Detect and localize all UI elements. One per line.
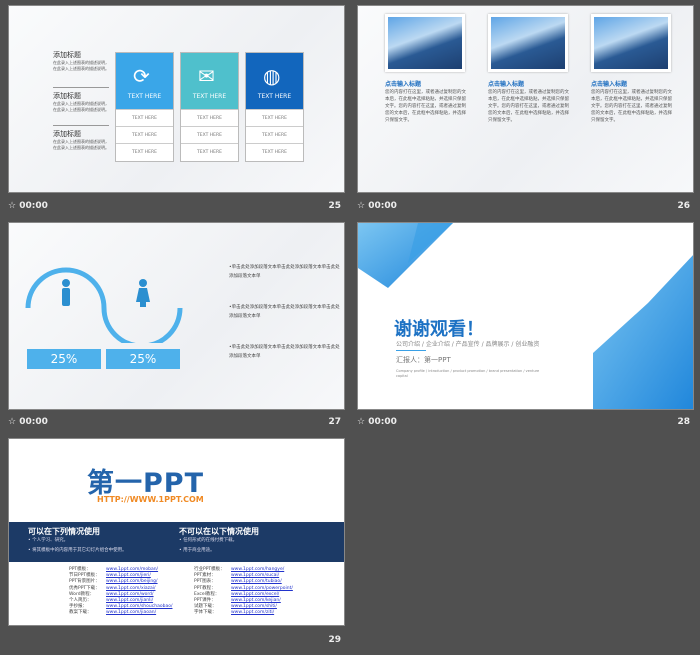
- bullet-text: •单击此处添加段落文本单击此处添加段落文本单击此处添加段落文本单: [229, 345, 340, 359]
- item-text: 您的内容打在这里，或者通过复制您的文本后，在此框中选择粘贴，并选择只保留文字。您…: [488, 90, 569, 123]
- item-title: 添加标题: [53, 51, 81, 59]
- male-icon: [62, 279, 70, 306]
- item-title: 点击输入标题: [591, 81, 628, 88]
- slide-thumbnail-27[interactable]: 25% 25% •单击此处添加段落文本单击此处添加段落文本单击此处添加段落文本单…: [8, 222, 345, 410]
- percent-label: 25%: [27, 349, 101, 369]
- link-url[interactable]: www.1ppt.com/jiaoan/: [106, 610, 156, 616]
- slide-number: 25: [328, 201, 341, 211]
- globe-icon: ◍: [263, 64, 281, 88]
- slide-thumbnail-29[interactable]: 第一PPT HTTP://WWW.1PPT.COM 可以在下列情况使用 • 个人…: [8, 438, 345, 626]
- card-label: TEXT HERE: [192, 93, 227, 100]
- link-row: 字体下载： www.1ppt.com/ziti/: [194, 610, 293, 616]
- bullet-text: •单击此处添加段落文本单击此处添加段落文本单击此处添加段落文本单: [229, 305, 340, 319]
- usage-banner: 可以在下列情况使用 • 个人学习、研究。 • 将其模板中的内容用于其它幻灯片组合…: [9, 522, 344, 562]
- building-image: [591, 14, 671, 72]
- building-image: [488, 14, 568, 72]
- card-row: TEXT HERE: [246, 126, 303, 143]
- slide-footer-28: ☆ 00:00 28: [357, 417, 690, 427]
- item-title: 添加标题: [53, 130, 81, 138]
- links-left: PPT模板： www.1ppt.com/moban/节日PPT模板： www.1pp…: [69, 567, 172, 617]
- card-label: TEXT HERE: [127, 93, 162, 100]
- item-text: 您的内容打在这里，或者通过复制您的文本后，在此框中选择粘贴，并选择只保留文字。您…: [591, 90, 672, 123]
- card-row: TEXT HERE: [246, 143, 303, 160]
- slide-footer-27: ☆ 00:00 27: [8, 417, 341, 427]
- feature-card: ✉ TEXT HERE TEXT HERE TEXT HERE TEXT HERE: [180, 52, 239, 162]
- item-text: 在此录入上述图表的描述说明，在此录入上述图表的描述说明。: [53, 101, 109, 112]
- slide-number: 26: [677, 201, 690, 211]
- feature-card: ◍ TEXT HERE TEXT HERE TEXT HERE TEXT HERE: [245, 52, 304, 162]
- slide-footer-29: 29: [6, 630, 343, 650]
- can-item: • 个人学习、研究。: [28, 538, 69, 543]
- item-text: 在此录入上述图表的描述说明，在此录入上述图表的描述说明。: [53, 139, 109, 150]
- card-row: TEXT HERE: [116, 143, 173, 160]
- timing-value: 00:00: [19, 417, 48, 427]
- side-list: 添加标题 在此录入上述图表的描述说明，在此录入上述图表的描述说明。 添加标题 在此录…: [53, 50, 109, 151]
- timing-value: 00:00: [19, 201, 48, 211]
- divider: [396, 350, 426, 351]
- item-text: 在此录入上述图表的描述说明，在此录入上述图表的描述说明。: [53, 60, 109, 71]
- link-row: 教案下载： www.1ppt.com/jiaoan/: [69, 610, 172, 616]
- slide-thumbnail-26[interactable]: 点击输入标题 点击输入标题 点击输入标题 您的内容打在这里，或者通过复制您的文本…: [357, 5, 694, 193]
- card-row: TEXT HERE: [181, 109, 238, 126]
- english-subtitle: Company profile / introduction / product…: [396, 369, 540, 378]
- percent-label: 25%: [106, 349, 180, 369]
- refresh-icon: ⟳: [133, 64, 150, 88]
- links-right: 行业PPT模板： www.1ppt.com/hangye/PPT素材： www.1p…: [194, 567, 293, 617]
- reporter: 汇报人：第一PPT: [396, 356, 451, 364]
- slide-number: 27: [328, 417, 341, 427]
- wave-graphic: [25, 267, 183, 343]
- female-icon: [136, 279, 150, 307]
- card-row: TEXT HERE: [246, 109, 303, 126]
- mail-icon: ✉: [198, 64, 215, 88]
- item-text: 您的内容打在这里，或者通过复制您的文本后，在此框中选择粘贴，并选择只保留文字。您…: [385, 90, 466, 123]
- cannot-item: • 任何形式的在线付费下载。: [179, 538, 238, 543]
- slide-number: 28: [677, 417, 690, 427]
- timing-value: 00:00: [368, 417, 397, 427]
- logo-url: HTTP://WWW.1PPT.COM: [97, 495, 204, 504]
- card-row: TEXT HERE: [116, 109, 173, 126]
- cannot-item: • 用于商业用途。: [179, 548, 215, 553]
- slide-footer-25: ☆ 00:00 25: [6, 196, 343, 216]
- thanks-title: 谢谢观看！: [394, 319, 484, 340]
- building-image: [385, 14, 465, 72]
- bullet-text: •单击此处添加段落文本单击此处添加段落文本单击此处添加段落文本单: [229, 265, 340, 279]
- item-title: 点击输入标题: [385, 81, 422, 88]
- card-label: TEXT HERE: [257, 93, 292, 100]
- item-title: 点击输入标题: [488, 81, 525, 88]
- slide-number: 29: [328, 635, 341, 645]
- item-title: 添加标题: [53, 92, 81, 100]
- slide-footer-26: ☆ 00:00 26: [357, 201, 690, 211]
- subtitle: 公司介绍 / 企业介绍 / 产品宣传 / 品牌展示 / 创业融资: [396, 341, 540, 348]
- feature-card: ⟳ TEXT HERE TEXT HERE TEXT HERE TEXT HERE: [115, 52, 174, 162]
- can-item: • 将其模板中的内容用于其它幻灯片组合中使用。: [28, 548, 127, 553]
- card-row: TEXT HERE: [181, 126, 238, 143]
- timing: ☆ 00:00: [8, 201, 48, 211]
- timing-value: 00:00: [368, 201, 397, 211]
- link-url[interactable]: www.1ppt.com/ziti/: [231, 610, 274, 616]
- link-label: 字体下载：: [194, 610, 217, 616]
- card-row: TEXT HERE: [116, 126, 173, 143]
- card-row: TEXT HERE: [181, 143, 238, 160]
- can-title: 可以在下列情况使用: [28, 527, 100, 536]
- link-label: 教案下载：: [69, 610, 92, 616]
- slide-thumbnail-28[interactable]: 谢谢观看！ 公司介绍 / 企业介绍 / 产品宣传 / 品牌展示 / 创业融资 汇…: [357, 222, 694, 410]
- cannot-title: 不可以在以下情况使用: [179, 527, 259, 536]
- slide-thumbnail-25[interactable]: 添加标题 在此录入上述图表的描述说明，在此录入上述图表的描述说明。 添加标题 在此录…: [8, 5, 345, 193]
